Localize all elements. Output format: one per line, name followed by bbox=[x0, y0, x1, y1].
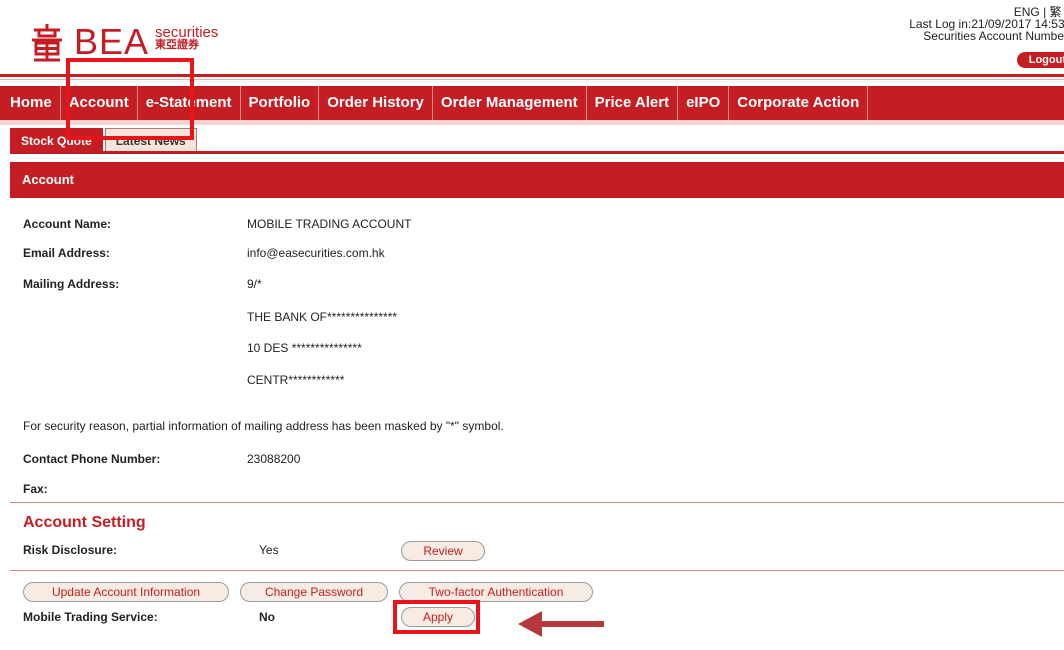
mobile-trading-value: No bbox=[259, 610, 275, 624]
nav-portfolio[interactable]: Portfolio bbox=[241, 86, 320, 120]
brand-sub-en: securities bbox=[155, 24, 219, 41]
logout-button[interactable]: Logout bbox=[1016, 52, 1064, 68]
panel-title: Account bbox=[10, 162, 1064, 198]
phone-label: Contact Phone Number: bbox=[23, 452, 161, 466]
account-nav-highlight bbox=[66, 58, 194, 140]
account-name-label: Account Name: bbox=[23, 217, 112, 231]
bea-emblem-icon bbox=[32, 24, 62, 62]
divider-1 bbox=[10, 502, 1064, 503]
brand-name: BEA bbox=[74, 21, 150, 62]
update-account-information-button[interactable]: Update Account Information bbox=[23, 582, 229, 602]
apply-highlight bbox=[393, 600, 480, 634]
risk-disclosure-label: Risk Disclosure: bbox=[23, 543, 118, 557]
nav-home[interactable]: Home bbox=[0, 86, 61, 120]
change-password-button[interactable]: Change Password bbox=[240, 582, 388, 602]
nav-order-management[interactable]: Order Management bbox=[433, 86, 587, 120]
review-button[interactable]: Review bbox=[401, 541, 485, 561]
header-info: ENG | 繁 | Last Log in:21/09/2017 14:53: … bbox=[909, 6, 1064, 42]
risk-disclosure-value: Yes bbox=[259, 543, 279, 557]
account-name-value: MOBILE TRADING ACCOUNT bbox=[247, 217, 412, 231]
nav-eipo[interactable]: eIPO bbox=[678, 86, 730, 120]
mask-note: For security reason, partial information… bbox=[23, 419, 504, 433]
email-label: Email Address: bbox=[23, 246, 110, 260]
nav-price-alert[interactable]: Price Alert bbox=[587, 86, 679, 120]
subtab-divider bbox=[10, 151, 1064, 154]
phone-value: 23088200 bbox=[247, 452, 301, 466]
fax-label: Fax: bbox=[23, 482, 48, 496]
mobile-trading-label: Mobile Trading Service: bbox=[23, 610, 158, 624]
mailing-line-2: THE BANK OF*************** bbox=[247, 310, 398, 324]
mailing-line-4: CENTR************ bbox=[247, 373, 345, 387]
mailing-line-1: 9/* bbox=[247, 277, 262, 291]
mailing-address-label: Mailing Address: bbox=[23, 277, 120, 291]
account-number-label: Securities Account Number bbox=[923, 29, 1064, 43]
arrow-left-icon bbox=[518, 611, 604, 637]
two-factor-authentication-button[interactable]: Two-factor Authentication bbox=[399, 582, 593, 602]
email-value: info@easecurities.com.hk bbox=[247, 246, 385, 260]
nav-order-history[interactable]: Order History bbox=[319, 86, 433, 120]
account-setting-title: Account Setting bbox=[23, 514, 146, 531]
mailing-line-3: 10 DES *************** bbox=[247, 341, 362, 355]
divider-2 bbox=[10, 570, 1064, 571]
nav-corporate-action[interactable]: Corporate Action bbox=[729, 86, 869, 120]
